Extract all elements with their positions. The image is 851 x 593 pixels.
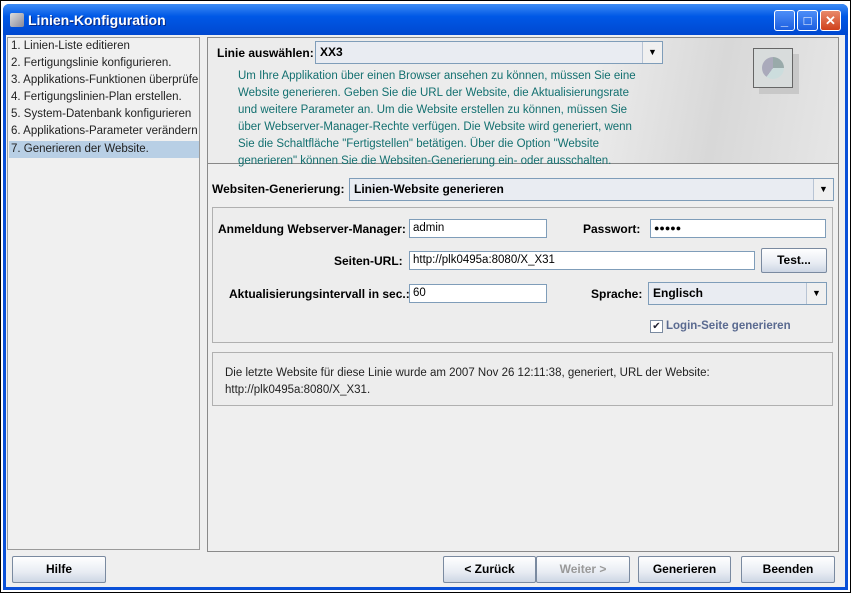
manager-input[interactable]: admin bbox=[409, 219, 547, 238]
description-line: Um Ihre Applikation über einen Browser a… bbox=[238, 70, 636, 82]
line-select-value: XX3 bbox=[320, 45, 343, 59]
last-generation-info: Die letzte Website für diese Linie wurde… bbox=[212, 352, 833, 406]
login-checkbox-label[interactable]: Login-Seite generieren bbox=[666, 320, 791, 332]
test-button[interactable]: Test... bbox=[761, 248, 827, 273]
back-button[interactable]: < Zurück bbox=[443, 556, 536, 583]
password-label: Passwort: bbox=[583, 222, 641, 236]
step-item-3[interactable]: 3. Applikations-Funktionen überprüfen bbox=[9, 72, 199, 89]
chart-illustration-icon bbox=[753, 48, 793, 88]
description-line: Sie die Schaltfläche "Fertigstellen" bet… bbox=[238, 138, 600, 150]
step-item-4[interactable]: 4. Fertigungslinien-Plan erstellen. bbox=[9, 89, 199, 106]
close-button[interactable]: ✕ bbox=[820, 10, 841, 31]
description-line: und weitere Parameter an. Um die Website… bbox=[238, 104, 628, 116]
description-line: generieren" können Sie die Websiten-Gene… bbox=[238, 155, 612, 167]
next-button[interactable]: Weiter > bbox=[536, 556, 630, 583]
description-line: Website generieren. Geben Sie die URL de… bbox=[238, 87, 630, 99]
finish-button[interactable]: Beenden bbox=[741, 556, 835, 583]
generate-button[interactable]: Generieren bbox=[638, 556, 731, 583]
generation-select[interactable]: Linien-Website generieren ▼ bbox=[349, 178, 834, 201]
generation-select-value: Linien-Website generieren bbox=[354, 182, 504, 196]
step-item-7[interactable]: 7. Generieren der Website. bbox=[9, 141, 199, 158]
maximize-button[interactable]: □ bbox=[797, 10, 818, 31]
language-select-value: Englisch bbox=[653, 286, 704, 300]
chevron-down-icon[interactable]: ▼ bbox=[642, 42, 662, 63]
step-item-6[interactable]: 6. Applikations-Parameter verändern bbox=[9, 123, 199, 140]
help-button[interactable]: Hilfe bbox=[12, 556, 106, 583]
step-item-2[interactable]: 2. Fertigungslinie konfigurieren. bbox=[9, 55, 199, 72]
language-label: Sprache: bbox=[591, 287, 643, 301]
line-select-label: Linie auswählen: bbox=[217, 46, 314, 60]
chevron-down-icon[interactable]: ▼ bbox=[813, 179, 833, 200]
url-label: Seiten-URL: bbox=[334, 254, 403, 268]
language-select[interactable]: Englisch ▼ bbox=[648, 282, 827, 305]
description-line: über Webserver-Manager-Rechte verfügen. … bbox=[238, 121, 632, 133]
window-title: Linien-Konfiguration bbox=[28, 12, 166, 28]
info-line: Die letzte Website für diese Linie wurde… bbox=[225, 367, 710, 379]
step-list: 1. Linien-Liste editieren 2. Fertigungsl… bbox=[7, 37, 200, 550]
minimize-button[interactable]: _ bbox=[774, 10, 795, 31]
chevron-down-icon[interactable]: ▼ bbox=[806, 283, 826, 304]
interval-label: Aktualisierungsintervall in sec.: bbox=[229, 287, 410, 301]
line-select[interactable]: XX3 ▼ bbox=[315, 41, 663, 64]
app-icon bbox=[10, 13, 24, 27]
description-text: Um Ihre Applikation über einen Browser a… bbox=[238, 68, 678, 170]
password-input[interactable]: ●●●●● bbox=[650, 219, 826, 238]
generation-label: Websiten-Generierung: bbox=[212, 182, 345, 196]
info-line: http://plk0495a:8080/X_X31. bbox=[225, 384, 371, 396]
manager-label: Anmeldung Webserver-Manager: bbox=[218, 222, 406, 236]
login-checkbox[interactable]: ✔ bbox=[650, 320, 663, 333]
step-item-1[interactable]: 1. Linien-Liste editieren bbox=[9, 38, 199, 55]
step-item-5[interactable]: 5. System-Datenbank konfigurieren bbox=[9, 106, 199, 123]
url-input[interactable]: http://plk0495a:8080/X_X31 bbox=[409, 251, 755, 270]
interval-input[interactable]: 60 bbox=[409, 284, 547, 303]
